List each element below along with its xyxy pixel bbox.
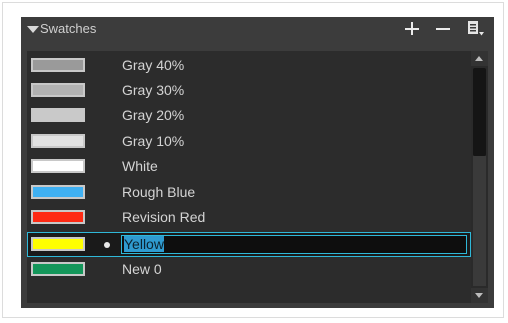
panel-menu-icon — [468, 21, 484, 36]
swatch-color-chip[interactable] — [31, 237, 85, 251]
swatches-panel: Swatches Gray 40% Gray 30% Gray 20% Gray… — [21, 17, 494, 308]
swatch-label: Gray 10% — [122, 133, 185, 149]
swatch-label: New 0 — [122, 261, 162, 277]
arrow-down-icon — [475, 293, 483, 298]
scroll-thumb[interactable] — [473, 68, 486, 156]
panel-menu-button[interactable] — [465, 20, 485, 38]
swatch-color-chip[interactable] — [31, 185, 85, 199]
swatch-row[interactable]: Rough Blue — [27, 180, 471, 205]
panel-header: Swatches — [21, 17, 494, 41]
swatch-label: White — [122, 158, 158, 174]
swatch-label: Gray 40% — [122, 57, 185, 73]
triangle-down-icon[interactable] — [27, 26, 39, 33]
swatch-label: Revision Red — [122, 209, 206, 225]
swatch-row[interactable]: Revision Red — [27, 205, 471, 230]
swatch-label: Gray 20% — [122, 107, 185, 123]
scroll-track[interactable] — [473, 156, 486, 286]
swatch-color-chip[interactable] — [31, 108, 85, 122]
scroll-down-button[interactable] — [471, 288, 488, 303]
swatch-name-input[interactable]: Yellow — [121, 235, 467, 254]
swatch-name-input-text: Yellow — [124, 236, 164, 252]
current-swatch-dot-icon — [104, 242, 110, 248]
scroll-up-button[interactable] — [471, 51, 488, 66]
vertical-scrollbar[interactable] — [471, 51, 488, 303]
swatch-row[interactable]: Gray 30% — [27, 78, 471, 103]
add-swatch-button[interactable] — [402, 20, 422, 38]
swatch-row[interactable]: New 0 — [27, 257, 471, 282]
swatch-color-chip[interactable] — [31, 159, 85, 173]
swatch-row-selected[interactable]: Yellow — [27, 232, 471, 257]
swatch-row[interactable]: White — [27, 154, 471, 179]
swatch-color-chip[interactable] — [31, 210, 85, 224]
swatch-color-chip[interactable] — [31, 83, 85, 97]
swatch-row[interactable]: Gray 40% — [27, 53, 471, 78]
swatch-row[interactable]: Gray 10% — [27, 129, 471, 154]
panel-title: Swatches — [40, 21, 97, 36]
swatch-label: Gray 30% — [122, 82, 185, 98]
swatch-row[interactable]: Gray 20% — [27, 103, 471, 128]
swatch-color-chip[interactable] — [31, 58, 85, 72]
arrow-up-icon — [475, 56, 483, 61]
swatch-label: Rough Blue — [122, 184, 196, 200]
swatch-color-chip[interactable] — [31, 262, 85, 276]
swatch-color-chip[interactable] — [31, 134, 85, 148]
swatch-list: Gray 40% Gray 30% Gray 20% Gray 10% Whit… — [27, 51, 471, 303]
delete-swatch-button[interactable] — [433, 20, 453, 38]
